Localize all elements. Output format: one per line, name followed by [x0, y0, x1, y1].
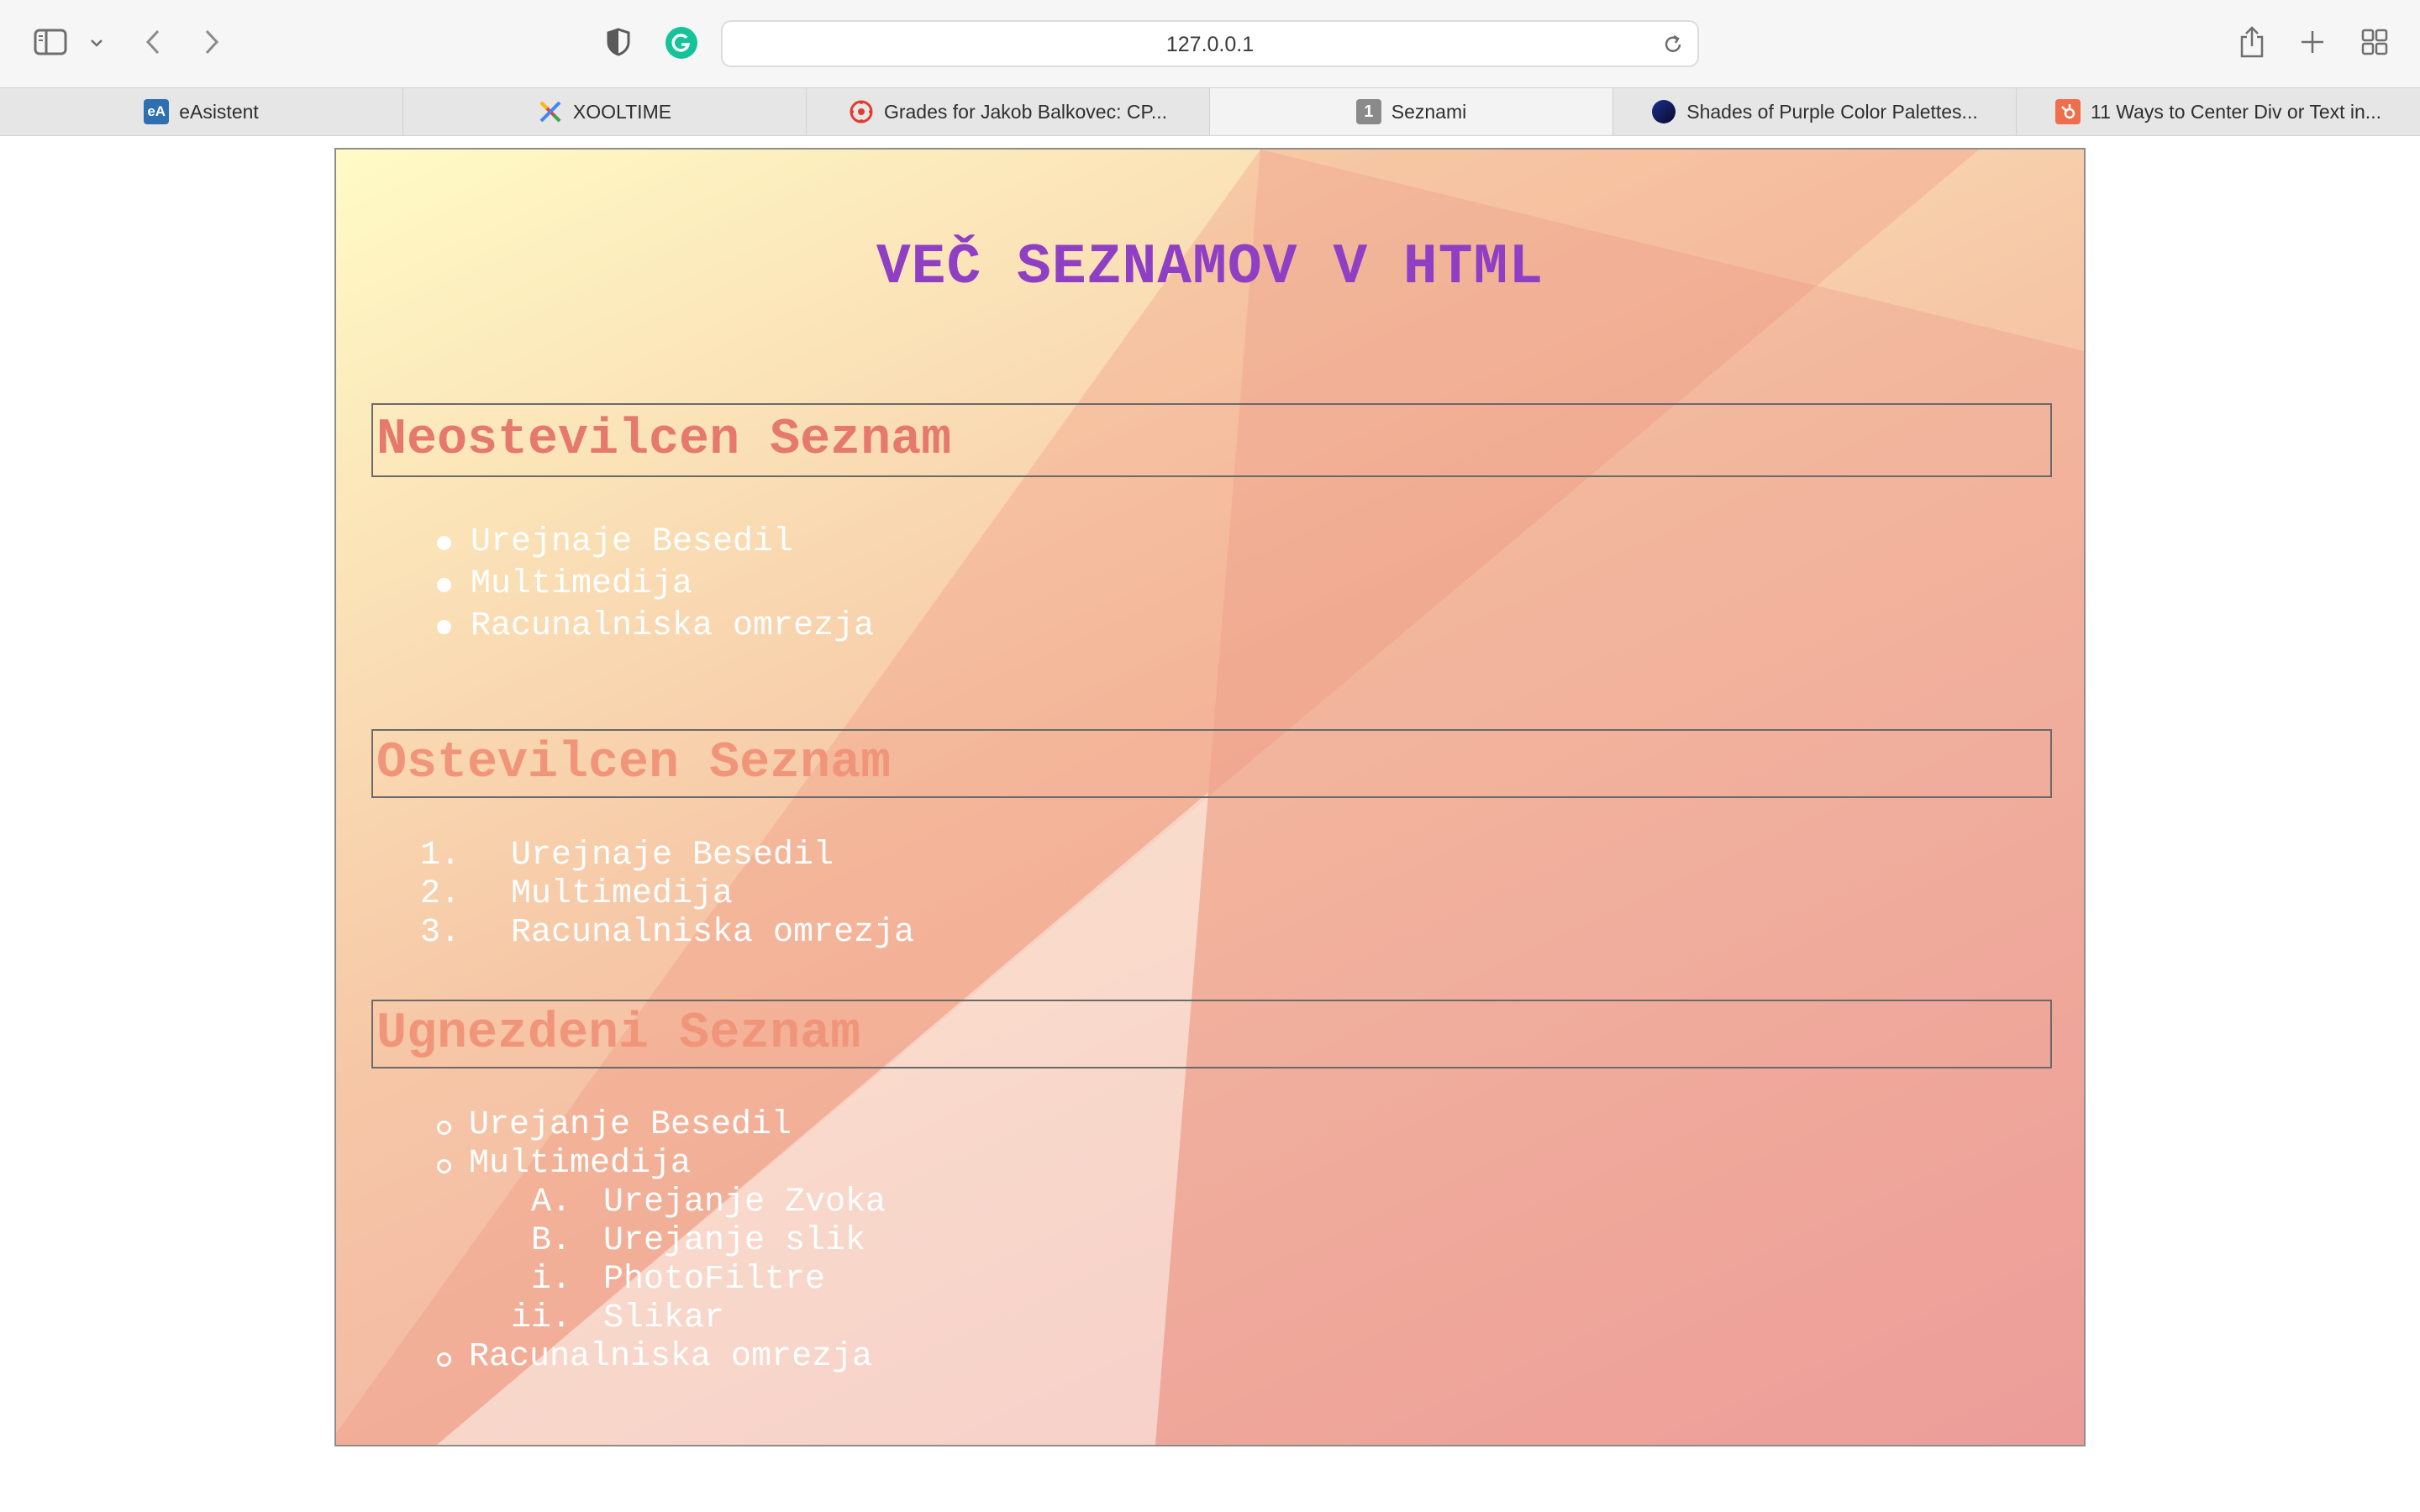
address-bar[interactable]: 127.0.0.1: [721, 20, 1699, 67]
list-item: Multimedija: [471, 565, 693, 603]
canvas-icon: [849, 99, 874, 124]
tab-overview-grid-icon[interactable]: [2358, 25, 2391, 59]
sub-list-marker: i.: [530, 1261, 571, 1299]
tab-label: 11 Ways to Center Div or Text in...: [2091, 100, 2381, 123]
bullet-circle: [437, 1121, 451, 1135]
tab-label: Grades for Jakob Balkovec: CP...: [883, 100, 1168, 123]
list-item: Urejnaje Besedil: [511, 837, 834, 874]
sub-list-item: Slikar: [603, 1299, 725, 1337]
section-heading: Ugnezdeni Seznam: [376, 1005, 861, 1063]
list-marker: 2.: [420, 875, 461, 913]
tab-label: XOOLTIME: [572, 100, 672, 123]
list-marker: 3.: [420, 914, 461, 952]
tab-center-div[interactable]: 11 Ways to Center Div or Text in...: [2017, 88, 2420, 135]
tab-number-icon: 1: [1355, 99, 1381, 124]
back-arrow-icon[interactable]: [138, 25, 168, 59]
share-icon[interactable]: [2235, 24, 2269, 60]
bullet-dot: [437, 620, 451, 634]
sub-list-marker: A.: [530, 1184, 571, 1221]
browser-toolbar: 127.0.0.1: [0, 0, 2420, 87]
bullet-dot: [437, 536, 451, 550]
list-item: Racunalniska omrezja: [469, 1338, 873, 1376]
list-item: Multimedija: [469, 1145, 692, 1183]
easistent-icon: eA: [144, 99, 170, 124]
palette-icon: [1651, 99, 1676, 124]
sub-list-item: PhotoFiltre: [603, 1261, 826, 1299]
url-text: 127.0.0.1: [1165, 33, 1255, 56]
tab-canvas-grades[interactable]: Grades for Jakob Balkovec: CP...: [807, 88, 1210, 135]
section-heading: Ostevilcen Seznam: [376, 735, 892, 792]
bullet-circle: [437, 1352, 451, 1367]
list-item: Urejanje Besedil: [469, 1106, 792, 1144]
page-title: VEČ SEZNAMOV V HTML: [876, 235, 1544, 300]
tab-label: eAsistent: [179, 100, 259, 123]
list-marker: 1.: [420, 837, 461, 874]
page-container: VEČ SEZNAMOV V HTML Neostevilcen Seznam …: [334, 148, 2086, 1446]
bullet-dot: [437, 578, 451, 592]
tab-easistent[interactable]: eA eAsistent: [0, 88, 403, 135]
tab-xooltime[interactable]: XOOLTIME: [403, 88, 807, 135]
tab-label: Seznami: [1391, 100, 1467, 123]
sidebar-toggle-icon[interactable]: [32, 27, 69, 57]
grammarly-extension-icon[interactable]: [664, 25, 699, 60]
sub-list-item: Urejanje slik: [603, 1222, 866, 1260]
list-item: Multimedija: [511, 875, 734, 913]
hubspot-icon: [2055, 99, 2081, 124]
xooltime-icon: [538, 99, 563, 124]
heading-box-unordered: Neostevilcen Seznam: [371, 403, 2052, 477]
tab-label: Shades of Purple Color Palettes...: [1686, 100, 1978, 123]
heading-box-nested: Ugnezdeni Seznam: [371, 1000, 2052, 1068]
forward-arrow-icon[interactable]: [197, 25, 227, 59]
heading-box-ordered: Ostevilcen Seznam: [371, 729, 2052, 798]
list-item: Urejnaje Besedil: [471, 523, 794, 561]
page-content: VEČ SEZNAMOV V HTML Neostevilcen Seznam …: [336, 150, 2084, 1445]
sub-list-marker: ii.: [510, 1299, 571, 1337]
list-item: Racunalniska omrezja: [511, 914, 915, 952]
chevron-down-icon[interactable]: [84, 30, 109, 55]
tab-bar: eA eAsistent XOOLTIME Grades for Jakob B…: [0, 87, 2420, 136]
tab-purple-palettes[interactable]: Shades of Purple Color Palettes...: [1613, 88, 2017, 135]
list-item: Racunalniska omrezja: [471, 607, 875, 645]
sub-list-marker: B.: [530, 1222, 571, 1260]
tab-seznami[interactable]: 1 Seznami: [1210, 88, 1613, 135]
new-tab-plus-icon[interactable]: [2296, 25, 2329, 59]
privacy-shield-icon[interactable]: [602, 25, 635, 59]
section-heading: Neostevilcen Seznam: [376, 412, 952, 469]
sub-list-item: Urejanje Zvoka: [603, 1184, 886, 1221]
reload-icon[interactable]: [1660, 32, 1686, 57]
bullet-circle: [437, 1159, 451, 1173]
